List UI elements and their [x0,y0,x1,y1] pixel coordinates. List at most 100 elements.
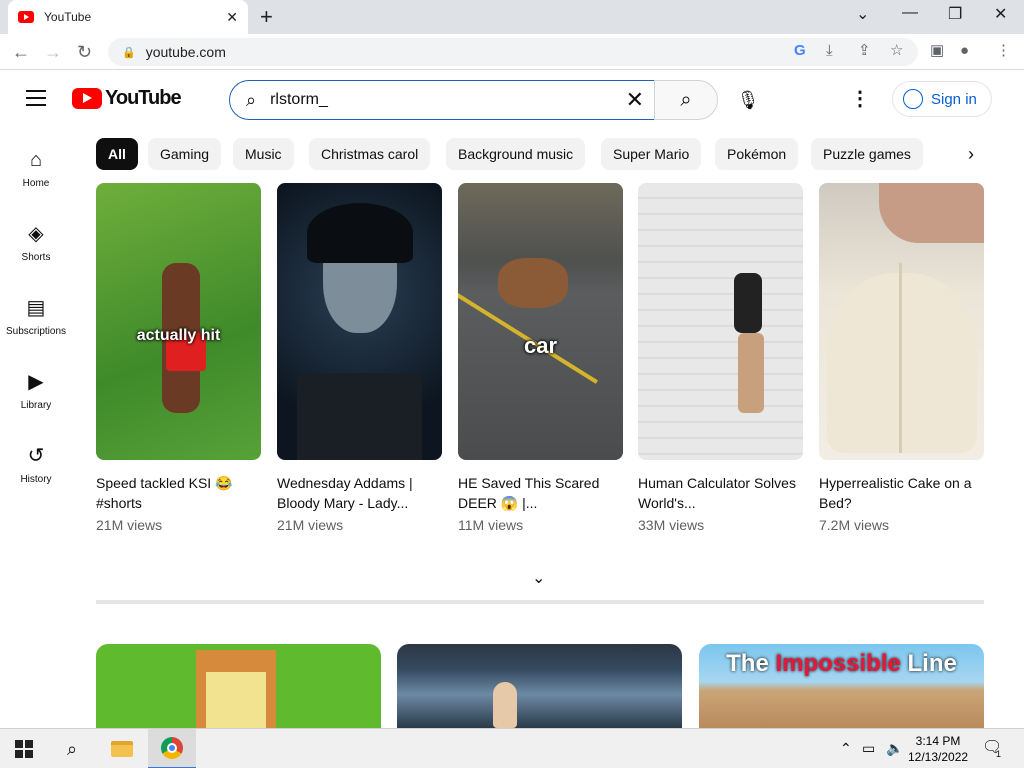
file-explorer-icon[interactable] [98,729,146,768]
share-icon[interactable]: ⇪ [858,43,871,59]
video-thumbnail[interactable]: The Impossible Line [699,644,984,728]
short-thumbnail[interactable] [819,183,984,460]
taskbar-clock[interactable]: 3:14 PM 12/13/2022 [908,733,968,765]
sidebar-item-history[interactable]: ↺ History [0,444,72,485]
short-title[interactable]: Hyperrealistic Cake on a Bed? [819,473,984,513]
search-button[interactable]: ⌕ [654,80,718,120]
bookmark-star-icon[interactable]: ☆ [890,43,903,59]
chip-christmas-carol[interactable]: Christmas carol [309,138,431,170]
browser-menu-icon[interactable]: ⋮ [996,43,1011,59]
browser-tab-youtube[interactable]: YouTube ✕ [8,0,248,34]
tab-search-chevron-icon[interactable]: ⌄ [856,4,869,24]
short-views: 21M views [96,517,163,533]
chip-music[interactable]: Music [233,138,294,170]
search-icon: ⌕ [680,88,692,111]
short-title[interactable]: Wednesday Addams | Bloody Mary - Lady... [277,473,442,513]
youtube-logo[interactable]: YouTube [72,87,182,110]
thumbnail-cut [899,263,902,453]
short-item[interactable]: Wednesday Addams | Bloody Mary - Lady...… [277,183,442,533]
windows-taskbar: ⌕ ⌃ ▭ 🔈 3:14 PM 12/13/2022 🗨 1 [0,728,1024,768]
short-title[interactable]: Speed tackled KSI 😂 #shorts [96,473,261,513]
short-item[interactable]: actually hit Speed tackled KSI 😂 #shorts… [96,183,261,533]
chip-all[interactable]: All [96,138,138,170]
short-title[interactable]: Human Calculator Solves World's... [638,473,803,513]
thumbnail-person [734,273,762,333]
thumbnail-person [493,682,517,728]
sidebar-item-label: Home [22,178,50,189]
subscriptions-icon: ▤ [26,297,46,319]
close-tab-icon[interactable]: ✕ [226,9,238,26]
microphone-icon: 🎙 [736,89,760,110]
menu-icon[interactable] [26,90,46,106]
volume-icon[interactable]: 🔈 [886,740,903,757]
short-thumbnail[interactable]: car [458,183,623,460]
sidebar-item-label: Shorts [21,252,51,263]
chrome-taskbar-icon[interactable] [148,729,196,768]
sidebar-item-shorts[interactable]: ◈ Shorts [0,222,72,263]
settings-more-icon[interactable]: ⋮ [850,86,870,111]
profile-icon[interactable]: ● [960,43,969,59]
search-box[interactable]: ⌕ ✕ [229,80,655,120]
short-thumbnail[interactable] [638,183,803,460]
browser-tabstrip: YouTube ✕ + ⌄ — ❐ ✕ [0,0,1024,34]
forward-button[interactable]: → [44,42,62,62]
maximize-button[interactable]: ❐ [948,4,962,24]
chip-gaming[interactable]: Gaming [148,138,222,170]
minimize-button[interactable]: — [902,4,918,22]
lock-icon[interactable]: 🔒 [122,46,136,59]
short-item[interactable]: car HE Saved This Scared DEER 😱 |... 11M… [458,183,623,533]
clear-search-icon[interactable]: ✕ [626,87,644,113]
new-tab-button[interactable]: + [260,6,273,28]
chevron-right-icon[interactable]: › [968,144,974,165]
network-icon[interactable]: ▭ [862,740,875,757]
chip-background-music[interactable]: Background music [446,138,586,170]
sign-in-button[interactable]: Sign in [892,81,992,117]
thumbnail-caption-part: The [726,650,776,677]
show-more-chevron-icon[interactable]: ⌄ [532,568,545,588]
thumbnail-caption-highlight: Impossible [775,650,901,677]
short-thumbnail[interactable] [277,183,442,460]
side-panel-icon[interactable]: ▣ [930,43,944,59]
short-views: 11M views [458,517,524,533]
sidebar-item-label: Subscriptions [5,326,67,337]
chrome-icon [161,737,183,759]
short-views: 33M views [638,517,705,533]
reload-button[interactable]: ↻ [77,42,92,62]
taskbar-search-icon[interactable]: ⌕ [48,729,96,768]
chip-pokemon[interactable]: Pokémon [715,138,799,170]
google-lens-icon[interactable]: G [794,43,806,59]
thumbnail-caption: car [523,333,558,358]
short-item[interactable]: Hyperrealistic Cake on a Bed? 7.2M views [819,183,984,533]
install-app-icon[interactable]: ⤓ [826,43,833,59]
video-thumbnail[interactable] [96,644,381,728]
show-hidden-icons-chevron-icon[interactable]: ⌃ [840,740,852,757]
account-icon [903,89,923,109]
close-window-button[interactable]: ✕ [994,4,1007,24]
chip-puzzle-games[interactable]: Puzzle games [811,138,923,170]
sidebar-item-label: History [20,474,52,485]
youtube-favicon-icon [18,11,34,23]
library-icon: ▶ [28,371,44,393]
short-item[interactable]: Human Calculator Solves World's... 33M v… [638,183,803,533]
voice-search-button[interactable]: 🎙 [728,80,768,120]
history-icon: ↺ [27,445,45,467]
thumbnail-caption: actually hit [136,327,221,344]
browser-toolbar: ← → ↻ 🔒 youtube.com G ⤓ ⇪ ☆ ▣ ● ⋮ [0,34,1024,70]
shorts-icon: ◈ [28,223,44,245]
video-thumbnail[interactable] [397,644,682,728]
folder-shape [111,741,133,757]
search-input[interactable] [270,91,591,109]
thumbnail-cake [827,273,977,453]
short-thumbnail[interactable]: actually hit [96,183,261,460]
thumbnail-caption-part: Line [900,650,957,677]
start-button[interactable] [0,729,48,768]
short-title[interactable]: HE Saved This Scared DEER 😱 |... [458,473,623,513]
thumbnail-hand [879,183,984,243]
chip-super-mario[interactable]: Super Mario [601,138,702,170]
sidebar-item-library[interactable]: ▶ Library [0,370,72,411]
sidebar-item-home[interactable]: ⌂ Home [0,148,72,189]
clock-time: 3:14 PM [915,734,961,748]
sidebar-item-subscriptions[interactable]: ▤ Subscriptions [0,296,72,337]
back-button[interactable]: ← [12,42,30,62]
short-views: 21M views [277,517,344,533]
